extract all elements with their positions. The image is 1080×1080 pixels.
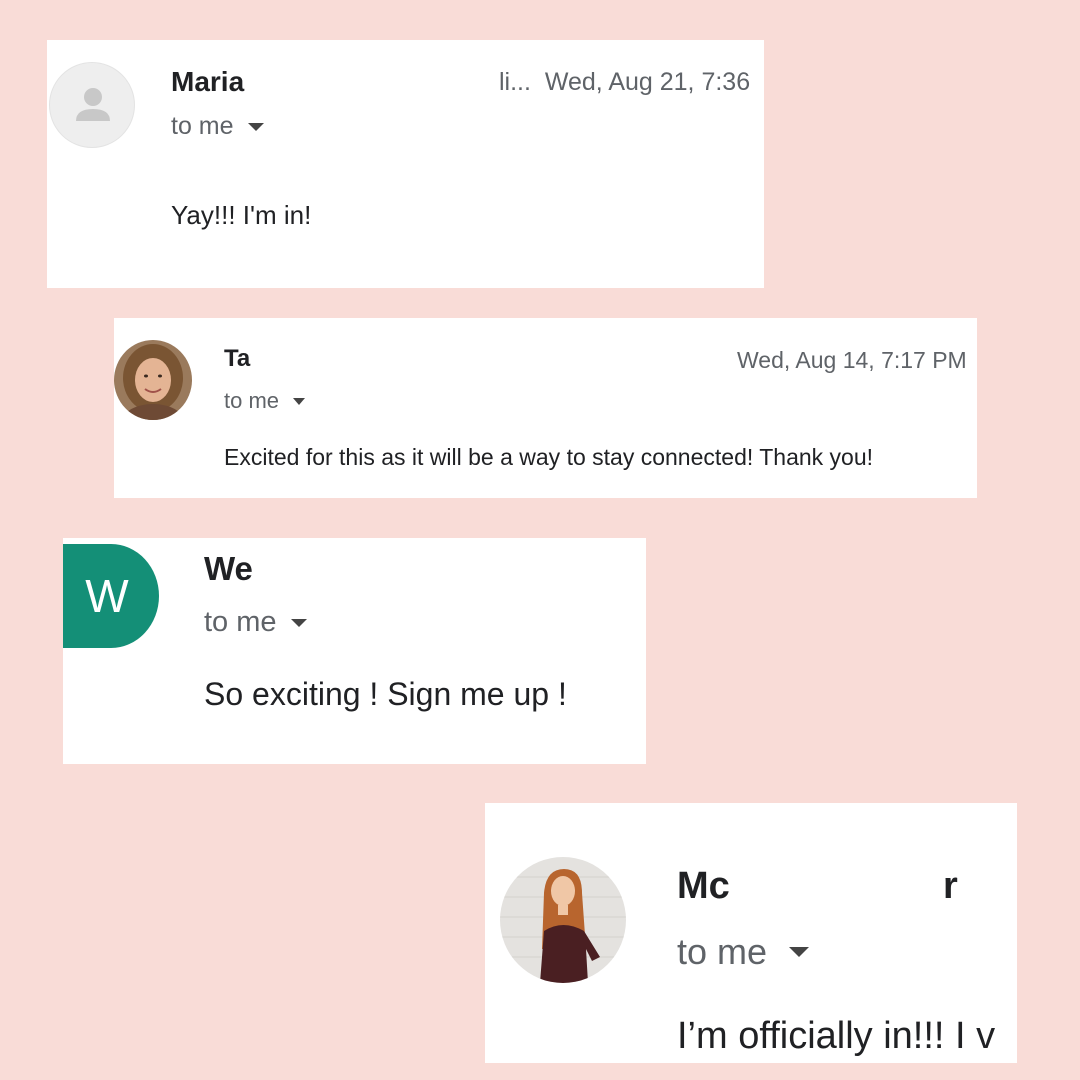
- email-body: Yay!!! I'm in!: [171, 200, 312, 230]
- email-card-1[interactable]: Maria li... Wed, Aug 21, 7:36 to me Yay!…: [47, 40, 764, 288]
- date-value: Wed, Aug 21, 7:36: [544, 68, 751, 96]
- default-avatar: [49, 62, 135, 148]
- recipient-label: to me: [677, 931, 768, 972]
- caret-down-icon[interactable]: [290, 618, 307, 627]
- email-date: Wed, Aug 14, 7:17 PM: [737, 347, 967, 373]
- recipient-label: to me: [224, 388, 280, 413]
- recipient-details-toggle[interactable]: to me: [204, 606, 307, 639]
- email-body: Excited for this as it will be a way to …: [224, 444, 874, 470]
- recipient-label: to me: [204, 606, 277, 638]
- letter-w-icon: W: [63, 544, 159, 648]
- email-body: So exciting ! Sign me up !: [204, 676, 567, 712]
- email-card-4[interactable]: Mc r to me I’m officially in!!! I v: [485, 803, 1017, 1063]
- caret-down-icon[interactable]: [247, 122, 264, 131]
- sender-name: Ta: [224, 345, 251, 372]
- sender-name: Mc: [677, 865, 730, 907]
- person-icon: [76, 88, 110, 121]
- email-date: li... Wed, Aug 21, 7:36: [499, 68, 750, 97]
- recipient-details-toggle[interactable]: to me: [677, 931, 810, 973]
- letter-avatar: W: [63, 544, 159, 648]
- photo-avatar: [114, 340, 192, 420]
- email-body: I’m officially in!!! I v: [677, 1015, 996, 1057]
- photo-avatar: [500, 857, 626, 983]
- date-prefix: li...: [499, 68, 531, 96]
- woman-portrait-icon: [114, 340, 192, 420]
- recipient-details-toggle[interactable]: to me: [171, 112, 264, 141]
- caret-down-icon[interactable]: [293, 397, 306, 405]
- sender-name: We: [204, 550, 253, 587]
- caret-down-icon[interactable]: [789, 947, 810, 957]
- sender-name-tail: r: [943, 865, 958, 907]
- woman-portrait-icon: [500, 857, 626, 983]
- sender-name: Maria: [171, 66, 245, 97]
- recipient-label: to me: [171, 112, 234, 140]
- avatar-letter: W: [85, 570, 129, 622]
- recipient-details-toggle[interactable]: to me: [224, 388, 306, 414]
- email-card-2[interactable]: Ta Wed, Aug 14, 7:17 PM to me Excited fo…: [114, 318, 977, 498]
- email-card-3[interactable]: W We to me So exciting ! Sign me up !: [63, 538, 646, 764]
